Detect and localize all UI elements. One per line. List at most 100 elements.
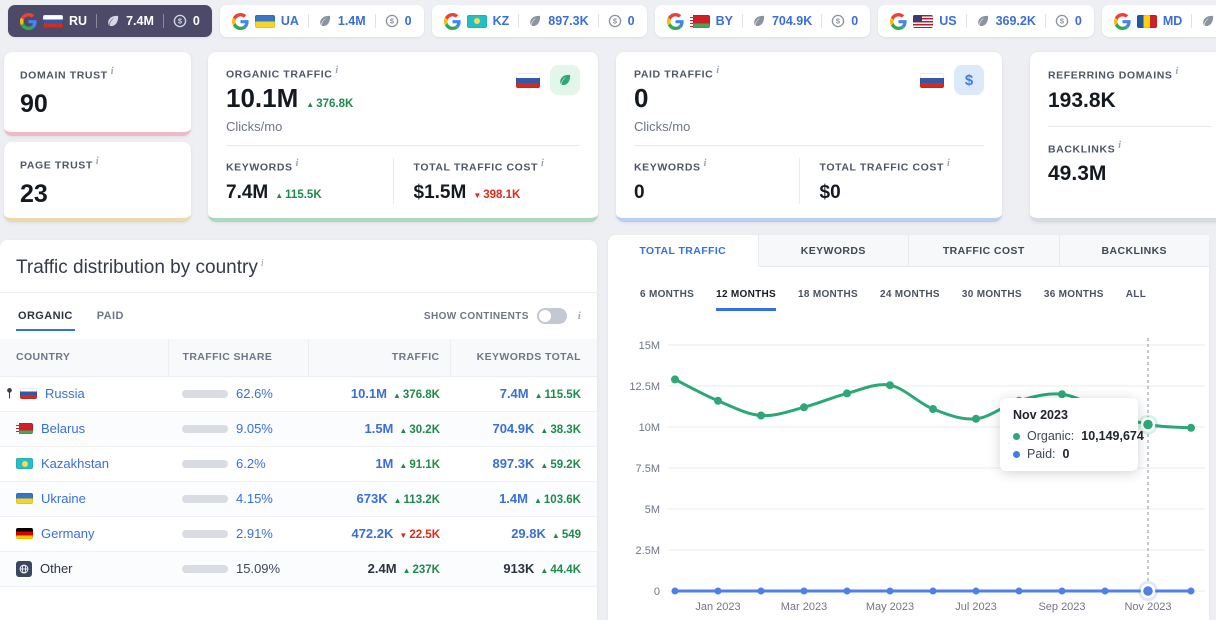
divider bbox=[597, 14, 599, 28]
table-row-germany: Germany 2.91% 472.2K ▼ 22.5K 29.8K ▲ 549 bbox=[0, 516, 597, 552]
svg-text:Sep 2023: Sep 2023 bbox=[1038, 601, 1085, 613]
range-6-months[interactable]: 6 MONTHS bbox=[640, 289, 694, 311]
range-18-months[interactable]: 18 MONTHS bbox=[798, 289, 858, 311]
backlinks-label: BACKLINKS bbox=[1048, 143, 1116, 155]
traffic-value[interactable]: 10.1M bbox=[351, 386, 387, 401]
leaf-icon bbox=[318, 14, 332, 28]
google-icon bbox=[231, 12, 249, 30]
country-tab-by[interactable]: BY 704.9K $ 0 bbox=[654, 5, 871, 37]
organic-traffic-card: ORGANIC TRAFFIC i 10.1M ▲ 376.8K Clicks/mo… bbox=[208, 52, 598, 222]
tab-backlinks[interactable]: BACKLINKS bbox=[1059, 235, 1209, 267]
share-bar bbox=[182, 459, 228, 468]
google-icon bbox=[1113, 12, 1131, 30]
country-tab-kz[interactable]: KZ 897.3K $ 0 bbox=[431, 5, 647, 37]
country-code: UA bbox=[280, 14, 299, 28]
info-icon[interactable]: i bbox=[335, 65, 338, 76]
show-continents-toggle[interactable] bbox=[536, 308, 567, 324]
share-percent: 62.6% bbox=[236, 386, 273, 401]
range-36-months[interactable]: 36 MONTHS bbox=[1044, 289, 1104, 311]
flag-ru-icon bbox=[516, 72, 540, 88]
leaf-icon bbox=[528, 14, 542, 28]
dollar-circle-icon: $ bbox=[608, 14, 622, 28]
organic-count: 1.4M bbox=[337, 14, 366, 28]
keywords-delta: ▲ 103.6K bbox=[533, 494, 581, 506]
info-icon[interactable]: i bbox=[96, 156, 99, 167]
traffic-value: 2.4M bbox=[367, 561, 397, 576]
paid-count: 0 bbox=[627, 14, 635, 28]
flag-ru-icon bbox=[920, 72, 944, 88]
divider bbox=[1191, 14, 1193, 28]
domain-trust-value: 90 bbox=[20, 89, 48, 118]
info-icon[interactable]: i bbox=[296, 158, 299, 169]
tab-keywords[interactable]: KEYWORDS bbox=[758, 235, 909, 267]
info-icon[interactable]: i bbox=[261, 258, 264, 269]
country-tab-us[interactable]: US 369.2K $ 0 bbox=[878, 5, 1094, 37]
country-link[interactable]: Belarus bbox=[41, 421, 85, 436]
share-percent: 2.91% bbox=[236, 526, 273, 541]
tab-total-traffic[interactable]: TOTAL TRAFFIC bbox=[608, 235, 759, 267]
svg-text:12.5M: 12.5M bbox=[629, 381, 660, 393]
info-icon[interactable]: i bbox=[947, 158, 950, 169]
tab-organic[interactable]: ORGANIC bbox=[16, 302, 75, 331]
country-tab-ua[interactable]: UA 1.4M $ 0 bbox=[219, 5, 424, 37]
range-24-months[interactable]: 24 MONTHS bbox=[880, 289, 940, 311]
flag-kz-icon bbox=[466, 14, 487, 28]
info-icon[interactable]: i bbox=[1118, 140, 1121, 151]
country-link[interactable]: Kazakhstan bbox=[41, 456, 109, 471]
traffic-value[interactable]: 673K bbox=[357, 491, 388, 506]
info-icon[interactable]: i bbox=[111, 66, 114, 77]
flag-us-icon bbox=[913, 14, 934, 28]
country-tab-ru[interactable]: RU 7.4M $ 0 bbox=[8, 5, 212, 37]
range-all[interactable]: ALL bbox=[1126, 289, 1146, 311]
keywords-value[interactable]: 29.8K bbox=[511, 526, 546, 541]
country-link[interactable]: Germany bbox=[41, 526, 94, 541]
header-traffic[interactable]: TRAFFIC bbox=[307, 339, 450, 377]
organic-traffic-value: 10.1M bbox=[226, 82, 299, 113]
keywords-value[interactable]: 7.4M bbox=[500, 386, 529, 401]
organic-traffic-label: ORGANIC TRAFFIC bbox=[226, 68, 333, 81]
country-link[interactable]: Ukraine bbox=[41, 491, 86, 506]
country-link[interactable]: Russia bbox=[45, 386, 85, 401]
page-trust-label: PAGE TRUST bbox=[20, 159, 93, 172]
paid-traffic-value: 0 bbox=[634, 82, 649, 113]
tab-paid[interactable]: PAID bbox=[95, 302, 126, 331]
traffic-value[interactable]: 1.5M bbox=[364, 421, 393, 436]
keywords-value[interactable]: 704.9K bbox=[492, 421, 534, 436]
keywords-value[interactable]: 1.4M bbox=[499, 491, 528, 506]
organic-count: 7.4M bbox=[126, 14, 154, 28]
info-icon[interactable]: i bbox=[578, 311, 581, 322]
country-code: MD bbox=[1162, 14, 1183, 28]
info-icon[interactable]: i bbox=[541, 158, 544, 169]
keywords-value: 0 bbox=[634, 182, 645, 203]
keywords-delta: ▲ 115.5K bbox=[275, 189, 322, 201]
keywords-value[interactable]: 897.3K bbox=[492, 456, 534, 471]
country-code: KZ bbox=[492, 14, 510, 28]
divider bbox=[965, 14, 967, 28]
tab-traffic-cost[interactable]: TRAFFIC COST bbox=[909, 235, 1060, 267]
flag-md-icon bbox=[1136, 14, 1157, 28]
paid-dollar-icon: $ bbox=[954, 65, 984, 95]
country-tab-md[interactable]: MD 58.1K $ 0 bbox=[1101, 5, 1216, 37]
traffic-value[interactable]: 1M bbox=[375, 456, 393, 471]
traffic-cost-delta: ▼ 398.1K bbox=[473, 189, 521, 201]
chart-tabs: TOTAL TRAFFIC KEYWORDS TRAFFIC COST BACK… bbox=[608, 235, 1209, 267]
header-traffic-share[interactable]: TRAFFIC SHARE bbox=[167, 339, 308, 377]
page-trust-value: 23 bbox=[20, 179, 48, 208]
traffic-distribution-panel: Traffic distribution by country i ORGANIC… bbox=[0, 240, 597, 620]
svg-text:$: $ bbox=[1060, 17, 1065, 26]
info-icon[interactable]: i bbox=[716, 65, 719, 76]
range-12-months[interactable]: 12 MONTHS bbox=[716, 289, 777, 311]
leaf-icon bbox=[976, 14, 990, 28]
info-icon[interactable]: i bbox=[1176, 66, 1179, 77]
header-country[interactable]: COUNTRY bbox=[0, 339, 168, 377]
range-30-months[interactable]: 30 MONTHS bbox=[962, 289, 1022, 311]
info-icon[interactable]: i bbox=[704, 158, 707, 169]
traffic-delta: ▲ 376.8K bbox=[392, 389, 440, 401]
traffic-line-chart[interactable]: 0 2.5M 5M 7.5M 10M 12.5M 15M Jan 2023 Mar 2023 Ma… bbox=[608, 320, 1209, 620]
divider bbox=[162, 14, 164, 28]
traffic-value[interactable]: 472.2K bbox=[351, 526, 393, 541]
header-keywords-total[interactable]: KEYWORDS TOTAL bbox=[449, 339, 597, 377]
table-row-russia: Russia 62.6% 10.1M ▲ 376.8K 7.4M ▲ 115.5K bbox=[0, 376, 597, 412]
panel-title: Traffic distribution by country i bbox=[0, 240, 597, 293]
table-row-kazakhstan: Kazakhstan 6.2% 1M ▲ 91.1K 897.3K ▲ 59.2K bbox=[0, 446, 597, 482]
